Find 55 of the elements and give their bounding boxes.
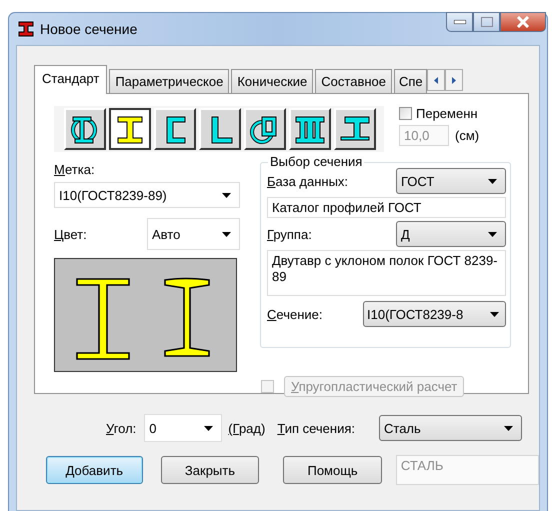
i-beam-icon [118,116,142,144]
field-label: Группа: [267,226,312,242]
field-label: Цвет: [54,226,87,242]
maximize-button[interactable] [473,12,500,32]
i-beam-icon [18,21,34,37]
maximize-icon [480,17,492,27]
tab[interactable]: Конические [231,69,314,93]
description-field[interactable]: Двутавр с уклоном полок ГОСТ 8239-89 [267,250,506,296]
caret-icon [490,312,499,316]
section-type-dropdown[interactable]: Сталь [379,415,522,441]
left-arrow-icon [434,76,438,84]
dialog-button[interactable]: Помощь [283,456,382,484]
right-arrow-icon [452,76,456,84]
dialog-button[interactable]: Закрыть [160,456,260,484]
double-i-beam-icon [296,116,324,144]
angle-dropdown[interactable]: 0 [144,414,222,442]
tab[interactable]: Спе [394,69,427,93]
field-label: Сечение: [267,306,322,322]
channel-icon [166,116,186,144]
field-label: Угол: [106,420,136,436]
tee-section-icon [340,116,370,140]
tube-with-box-icon [250,116,276,144]
mark-dropdown[interactable]: I10(ГОСТ8239-89) [54,182,240,208]
tab[interactable]: Параметрическое [109,69,230,93]
minimize-button[interactable] [446,12,473,32]
field-label: Метка: [54,162,96,177]
caret-icon [222,232,231,236]
group-title: Выбор сечения [268,154,364,169]
tab[interactable]: Составное [315,69,392,93]
group-dropdown[interactable]: Д [396,221,506,247]
color-dropdown[interactable]: Авто [147,218,240,250]
window-title: Новое сечение [40,21,138,37]
unit-label: (см) [455,128,480,143]
caret-icon [204,426,214,430]
section-dropdown[interactable]: I10(ГОСТ8239-8 [363,301,506,327]
caret-icon [222,192,231,198]
field-label: Тип сечения: [277,420,355,436]
database-dropdown[interactable]: ГОСТ [396,168,506,194]
composite-section-icon [71,116,97,144]
scroll-right-button[interactable] [444,69,463,91]
scroll-left-button[interactable] [426,69,445,91]
section-type-button[interactable] [109,108,151,150]
dialog-button[interactable]: Добавить [46,456,143,484]
close-button[interactable] [500,12,546,32]
checkbox-label: Переменн [416,106,478,121]
unit-label: (Град) [228,420,266,436]
field-label: База данных: [267,174,348,188]
caret-icon [488,178,497,184]
caret-icon [504,426,513,430]
tab[interactable]: Стандарт [34,65,108,94]
caret-icon [488,232,497,236]
close-icon [516,16,530,28]
catalog-field[interactable]: Каталог профилей ГОСТ [267,197,506,218]
minimize-icon [454,20,466,24]
angle-icon [212,116,232,144]
